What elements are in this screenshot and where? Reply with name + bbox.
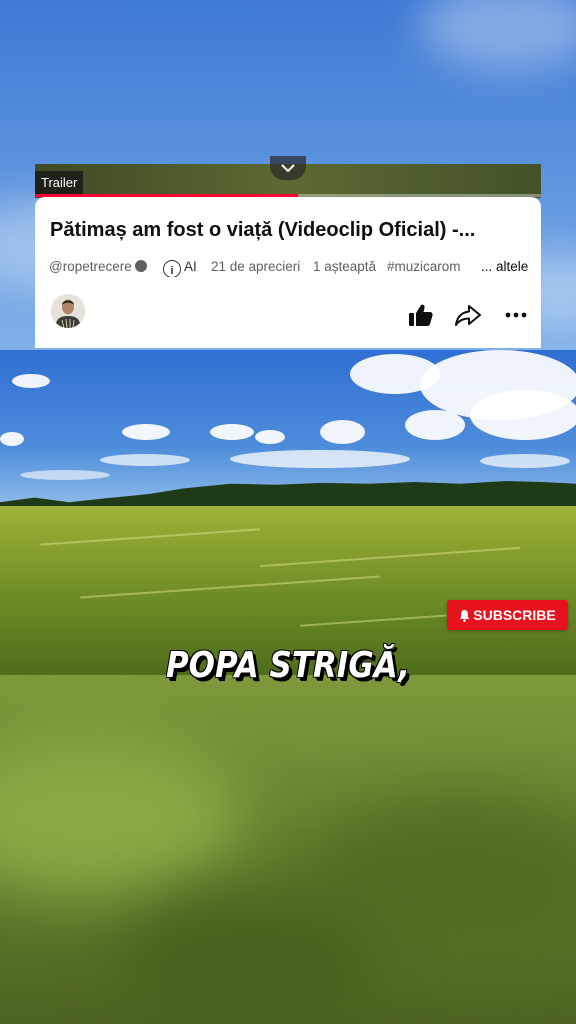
collapse-button[interactable] xyxy=(270,156,306,180)
chevron-down-icon xyxy=(281,164,295,173)
blurred-grass-background xyxy=(0,675,576,1024)
channel-handle[interactable]: @ropetrecere xyxy=(49,259,132,274)
video-title[interactable]: Pătimaș am fost o viață (Videoclip Ofici… xyxy=(50,219,530,242)
like-button[interactable] xyxy=(407,301,435,329)
share-icon xyxy=(455,305,481,326)
more-link[interactable]: ... altele xyxy=(477,257,529,277)
channel-avatar[interactable] xyxy=(51,294,85,328)
video-info-card: Pătimaș am fost o viață (Videoclip Ofici… xyxy=(35,197,541,348)
subscribe-button[interactable]: SUBSCRIBE xyxy=(447,600,568,630)
waiting-count: 1 așteaptă xyxy=(313,259,377,274)
more-dots-icon xyxy=(505,312,527,318)
info-icon[interactable]: i xyxy=(163,260,181,277)
person-avatar-icon xyxy=(51,294,85,328)
hashtag-link[interactable]: #muzicarom xyxy=(387,257,461,277)
thumbs-up-icon xyxy=(409,304,433,326)
subscribe-label: SUBSCRIBE xyxy=(473,607,556,623)
ai-label[interactable]: AI xyxy=(184,259,197,274)
bell-icon xyxy=(459,609,470,622)
video-metadata-row: @ropetrecere i AI 21 de aprecieri 1 aște… xyxy=(49,257,533,277)
more-options-button[interactable] xyxy=(502,301,530,329)
verified-badge-icon xyxy=(134,260,147,272)
share-button[interactable] xyxy=(454,301,482,329)
trailer-label: Trailer xyxy=(35,171,84,195)
likes-count: 21 de aprecieri xyxy=(211,259,301,274)
lyrics-caption: POPA STRIGĂ, xyxy=(165,645,411,686)
